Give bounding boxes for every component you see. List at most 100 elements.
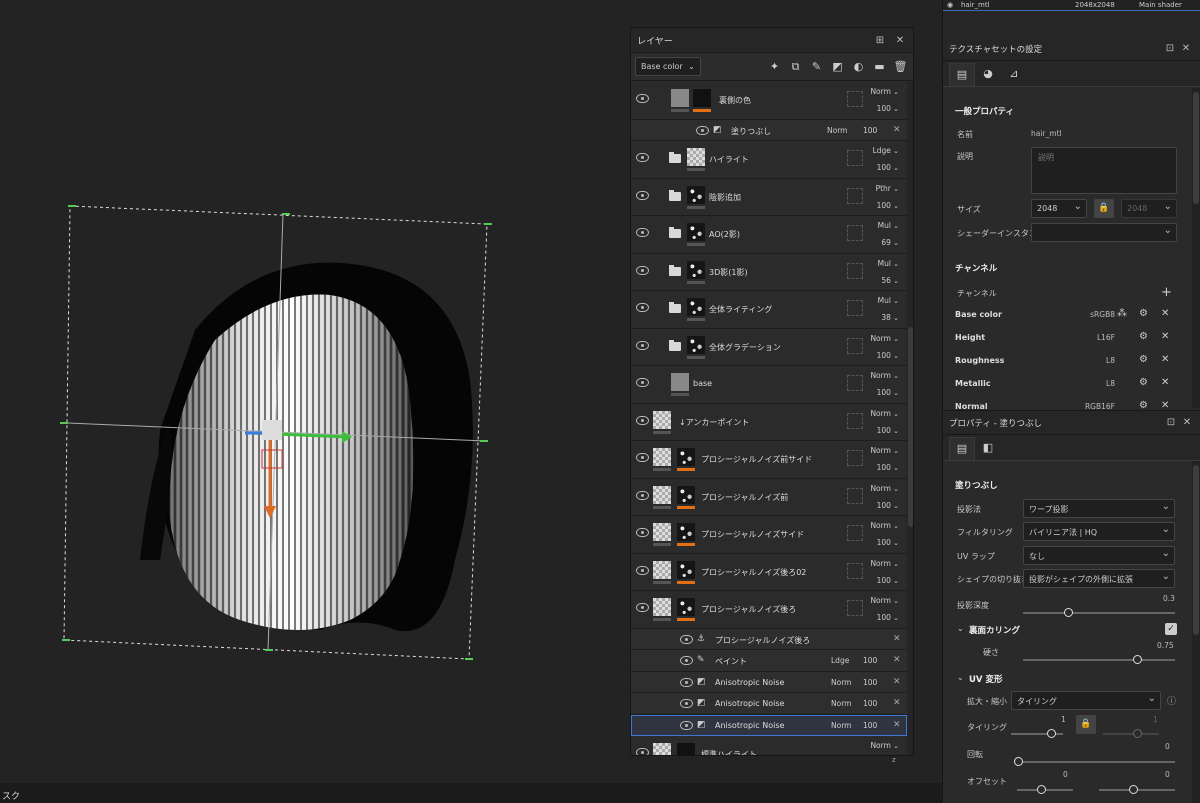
uv-wrap-select[interactable]: なし: [1023, 546, 1175, 565]
layer-thumbnail[interactable]: [687, 223, 705, 241]
opacity[interactable]: 56: [869, 276, 899, 285]
layer-thumbnail[interactable]: [653, 485, 671, 504]
tab-general[interactable]: ▤: [949, 63, 975, 86]
layer-row[interactable]: プロシージャルノイズ前 Norm 100: [631, 478, 907, 516]
blend-mode[interactable]: Pthr: [869, 184, 899, 193]
mask-slot[interactable]: [847, 562, 863, 579]
opacity[interactable]: 100: [863, 126, 877, 135]
close-icon[interactable]: ✕: [1161, 354, 1169, 365]
eye-icon[interactable]: [680, 699, 693, 708]
blend-mode[interactable]: Norm: [869, 371, 899, 380]
opacity[interactable]: 100: [869, 426, 899, 435]
close-icon[interactable]: ✕: [1161, 308, 1169, 319]
eye-icon[interactable]: [680, 720, 693, 730]
mask-thumbnail[interactable]: [677, 560, 695, 579]
blend-mode[interactable]: Norm: [869, 334, 899, 343]
channel-format[interactable]: sRGB8: [1065, 310, 1115, 319]
channel-format[interactable]: L16F: [1065, 333, 1115, 342]
eye-icon[interactable]: [636, 265, 649, 275]
blend-mode[interactable]: Mul: [869, 259, 899, 268]
eye-icon[interactable]: [636, 528, 649, 537]
blend-mode[interactable]: Mul: [869, 296, 899, 305]
projection-depth-handle[interactable]: [1064, 608, 1074, 617]
mask-thumbnail[interactable]: [677, 485, 695, 504]
tab-material[interactable]: ◧: [975, 437, 1001, 460]
layer-effect-row[interactable]: ◩ Anisotropic Noise Norm 100 ✕: [631, 714, 907, 736]
blend-mode[interactable]: Norm: [827, 126, 847, 135]
eye-icon[interactable]: [636, 490, 649, 500]
mask-thumbnail[interactable]: [677, 523, 695, 541]
settings-scrollbar[interactable]: [1192, 88, 1200, 408]
opacity[interactable]: 100: [863, 678, 877, 687]
layer-thumbnail[interactable]: [653, 598, 671, 616]
blend-mode[interactable]: Norm: [869, 446, 899, 455]
layer-row[interactable]: ハイライト Ldge 100: [631, 141, 907, 179]
layer-row[interactable]: base Norm 100: [631, 366, 907, 404]
mask-thumbnail[interactable]: [677, 598, 695, 616]
layer-row[interactable]: 全体ライティング Mul 38: [631, 291, 907, 329]
mask-thumbnail[interactable]: [677, 448, 695, 466]
chevron-down-icon[interactable]: ⌄: [957, 673, 964, 682]
mask-slot[interactable]: [847, 600, 863, 616]
layer-thumbnail[interactable]: [687, 148, 705, 166]
layer-row[interactable]: 裏側の色 Norm 100: [631, 82, 907, 120]
backface-culling-checkbox[interactable]: ✓: [1165, 623, 1177, 635]
info-icon[interactable]: ⓘ: [1167, 694, 1176, 707]
close-icon[interactable]: ✕: [1179, 417, 1195, 428]
close-icon[interactable]: ✕: [893, 125, 901, 135]
shape-crop-select[interactable]: 投影がシェイプの外側に拡張: [1023, 569, 1175, 588]
tab-baking[interactable]: ◕: [975, 63, 1001, 86]
add-effect-icon[interactable]: ⧉: [787, 58, 804, 75]
close-icon[interactable]: ✕: [1161, 377, 1169, 388]
layer-thumbnail[interactable]: [687, 335, 705, 354]
filtering-select[interactable]: バイリニア法 | HQ: [1023, 522, 1175, 541]
channel-format[interactable]: L8: [1065, 356, 1115, 365]
channel-format[interactable]: L8: [1065, 379, 1115, 388]
eye-icon[interactable]: [680, 677, 693, 687]
opacity[interactable]: 100: [863, 656, 877, 665]
opacity[interactable]: 100: [869, 613, 899, 622]
close-icon[interactable]: ✕: [1178, 43, 1194, 54]
lock-icon[interactable]: 🔒: [1094, 199, 1114, 218]
layer-row[interactable]: 全体グラデーション Norm 100: [631, 328, 907, 366]
eye-icon[interactable]: [636, 415, 649, 425]
eye-icon[interactable]: [636, 378, 649, 387]
opacity[interactable]: 100: [869, 163, 899, 172]
mask-slot[interactable]: [847, 375, 863, 391]
blend-mode[interactable]: Norm: [831, 699, 851, 708]
layer-thumbnail[interactable]: [671, 373, 689, 391]
layer-thumbnail[interactable]: [671, 89, 689, 107]
mask-thumbnail[interactable]: [693, 89, 711, 107]
eye-icon[interactable]: [680, 634, 693, 644]
layer-thumbnail[interactable]: [653, 523, 671, 541]
eye-icon[interactable]: [636, 565, 649, 575]
blend-mode[interactable]: Norm: [869, 484, 899, 493]
layer-thumbnail[interactable]: [687, 260, 705, 279]
rotation-slider[interactable]: [1014, 757, 1175, 766]
layer-thumbnail[interactable]: [687, 298, 705, 316]
mask-slot[interactable]: [847, 262, 863, 279]
blend-mode[interactable]: Ldge: [869, 146, 899, 155]
mask-slot[interactable]: [847, 187, 863, 204]
blend-mode[interactable]: Norm: [869, 596, 899, 605]
trash-icon[interactable]: 🗑: [892, 58, 909, 75]
eye-icon[interactable]: [696, 125, 709, 135]
eye-icon[interactable]: [636, 453, 649, 462]
mask-icon[interactable]: ◐: [850, 58, 867, 75]
opacity[interactable]: 38: [869, 313, 899, 322]
gear-icon[interactable]: ⚙: [1139, 354, 1148, 365]
channel-select[interactable]: Base color ⌄: [635, 57, 701, 76]
layer-row[interactable]: 標準ハイライト Norm: [631, 736, 907, 755]
layer-row[interactable]: プロシージャルノイズサイド Norm 100: [631, 516, 907, 554]
close-icon[interactable]: ✕: [893, 677, 901, 687]
mask-slot[interactable]: [847, 412, 863, 429]
opacity[interactable]: 100: [869, 104, 899, 113]
eye-icon[interactable]: [636, 190, 649, 200]
layer-row[interactable]: プロシージャルノイズ後ろ02 Norm 100: [631, 553, 907, 591]
layer-effect-row[interactable]: ◩ 塗りつぶし Norm 100 ✕: [631, 119, 907, 141]
blend-mode[interactable]: Norm: [869, 87, 899, 96]
blend-mode[interactable]: Norm: [869, 741, 899, 750]
gear-icon[interactable]: ⚙: [1139, 308, 1148, 319]
add-channel-icon[interactable]: +: [1161, 285, 1172, 300]
dock-icon[interactable]: ⊞: [873, 35, 887, 46]
